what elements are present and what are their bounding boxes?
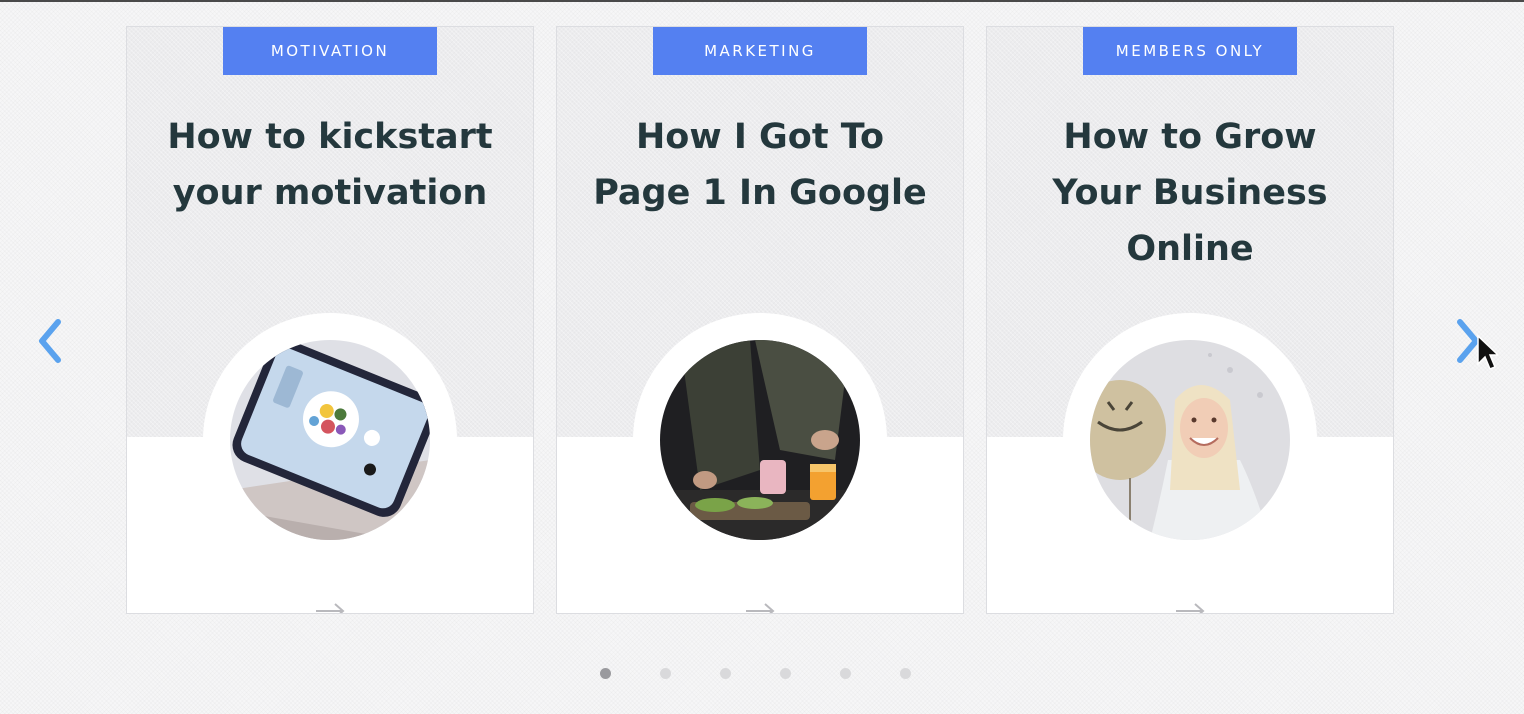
read-more-link[interactable] [720,597,800,613]
chevron-left-icon [39,319,61,363]
pagination-dot-6[interactable] [900,668,911,679]
post-card-marketing[interactable]: MARKETING How I Got To Page 1 In Google [556,26,964,614]
arrow-right-icon [746,603,775,613]
carousel-prev-button[interactable] [34,318,68,364]
card-image-woman-balloon[interactable] [1090,340,1290,540]
pagination-dot-4[interactable] [780,668,791,679]
category-tag[interactable]: MARKETING [653,27,867,75]
arrow-right-icon [1176,603,1205,613]
card-image-cooking[interactable] [660,340,860,540]
pagination-dot-1[interactable] [600,668,611,679]
card-image-phone[interactable] [230,340,430,540]
top-divider [0,0,1524,2]
carousel-pagination [0,668,1524,680]
post-card-members-only[interactable]: MEMBERS ONLY How to Grow Your Business O… [986,26,1394,614]
category-tag[interactable]: MEMBERS ONLY [1083,27,1297,75]
arrow-right-icon [316,603,345,613]
read-more-link[interactable] [290,597,370,613]
category-tag[interactable]: MOTIVATION [223,27,437,75]
mouse-cursor-icon [1477,334,1498,370]
card-title[interactable]: How I Got To Page 1 In Google [587,109,933,221]
read-more-link[interactable] [1150,597,1230,613]
card-title[interactable]: How to kickstart your motivation [157,109,503,221]
post-card-motivation[interactable]: MOTIVATION How to kickstart your motivat… [126,26,534,614]
pagination-dot-3[interactable] [720,668,731,679]
pagination-dot-5[interactable] [840,668,851,679]
pagination-dot-2[interactable] [660,668,671,679]
card-title[interactable]: How to Grow Your Business Online [1017,109,1363,277]
